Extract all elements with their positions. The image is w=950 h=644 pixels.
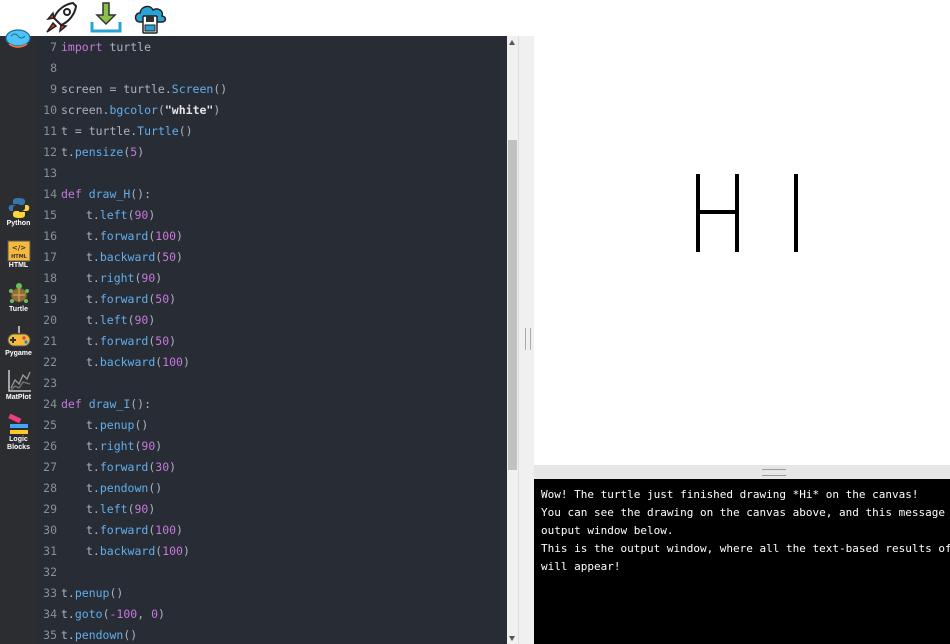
output-splitter-grip-icon[interactable]: [762, 469, 786, 476]
output-console: Wow! The turtle just finished drawing *H…: [534, 479, 950, 644]
code-line[interactable]: 18 t.right(90): [37, 268, 162, 289]
sidebar-item-turtle[interactable]: Turtle: [0, 282, 37, 314]
code-line[interactable]: 34 t.goto(-100, 0): [37, 604, 165, 625]
sidebar-item-matplot[interactable]: MatPlot: [0, 368, 37, 402]
sidebar-item-label: Turtle: [9, 306, 28, 313]
code-line[interactable]: 10 screen.bgcolor("white"): [37, 100, 220, 121]
code-line[interactable]: 13: [37, 163, 61, 184]
code-line[interactable]: 35 t.pendown(): [37, 625, 137, 644]
code-editor[interactable]: 7 import turtle 8 9 screen = turtle.Screen…: [37, 36, 507, 644]
code-line[interactable]: 19 t.forward(50): [37, 289, 176, 310]
code-line[interactable]: 9 screen = turtle.Screen(): [37, 79, 227, 100]
gamepad-icon: [0, 324, 37, 350]
svg-text:</>: </>: [11, 244, 25, 252]
code-line[interactable]: 22 t.backward(100): [37, 352, 190, 373]
code-line[interactable]: 33 t.penup(): [37, 583, 123, 604]
sidebar-item-label: HTML: [8, 262, 29, 269]
code-line[interactable]: 29 t.left(90): [37, 499, 155, 520]
turtle-canvas: [534, 36, 950, 465]
code-line[interactable]: 17 t.backward(50): [37, 247, 183, 268]
sidebar-item-label: Pygame: [5, 350, 32, 357]
output-line: Wow! The turtle just finished drawing *H…: [541, 488, 919, 501]
code-line[interactable]: 20 t.left(90): [37, 310, 155, 331]
splitter-grip-icon[interactable]: [525, 328, 531, 350]
output-line: will appear!: [541, 560, 621, 573]
code-line[interactable]: 30 t.forward(100): [37, 520, 183, 541]
sidebar: Python </> HTML HTML Turtle Pygame MatPl…: [0, 29, 37, 644]
brain-logo-icon[interactable]: [3, 28, 33, 52]
scroll-up-arrow-icon[interactable]: [509, 40, 515, 45]
code-line[interactable]: 27 t.forward(30): [37, 457, 176, 478]
code-line[interactable]: 24 def draw_I():: [37, 394, 151, 415]
sidebar-item-html[interactable]: </> HTML HTML: [0, 240, 37, 270]
output-line: This is the output window, where all the…: [541, 542, 950, 555]
download-icon[interactable]: [88, 0, 124, 36]
turtle-icon: [0, 282, 37, 306]
sidebar-item-label: Python: [6, 220, 31, 227]
code-line[interactable]: 32: [37, 562, 61, 583]
logic-blocks-icon: [0, 412, 37, 436]
code-line[interactable]: 23: [37, 373, 61, 394]
code-line[interactable]: 12 t.pensize(5): [37, 142, 144, 163]
scroll-down-arrow-icon[interactable]: [509, 636, 515, 641]
sidebar-item-pygame[interactable]: Pygame: [0, 324, 37, 358]
python-icon: [0, 196, 37, 220]
code-line[interactable]: 7 import turtle: [37, 37, 151, 58]
code-line[interactable]: 11 t = turtle.Turtle(): [37, 121, 192, 142]
sidebar-item-python[interactable]: Python: [0, 196, 37, 228]
code-line[interactable]: 28 t.pendown(): [37, 478, 162, 499]
scrollbar-thumb[interactable]: [508, 140, 517, 470]
code-line[interactable]: 26 t.right(90): [37, 436, 162, 457]
rocket-icon[interactable]: [43, 0, 79, 36]
pane-splitter[interactable]: [518, 36, 535, 644]
code-line[interactable]: 25 t.penup(): [37, 415, 148, 436]
output-line: output window below.: [541, 524, 674, 537]
svg-text:HTML: HTML: [11, 254, 28, 260]
chart-icon: [0, 368, 37, 394]
output-line: You can see the drawing on the canvas ab…: [541, 506, 950, 519]
html-icon: </> HTML: [0, 240, 37, 262]
sidebar-item-label: Logic: [9, 436, 28, 443]
output-splitter[interactable]: [534, 465, 950, 479]
editor-scrollbar[interactable]: [507, 36, 518, 644]
code-line[interactable]: 16 t.forward(100): [37, 226, 183, 247]
code-line[interactable]: 14 def draw_H():: [37, 184, 151, 205]
cloud-save-icon[interactable]: [131, 0, 167, 36]
code-line[interactable]: 15 t.left(90): [37, 205, 155, 226]
toolbar: [0, 0, 950, 36]
turtle-drawing: [696, 174, 798, 252]
code-line[interactable]: 21 t.forward(50): [37, 331, 176, 352]
sidebar-item-label: MatPlot: [5, 394, 32, 401]
sidebar-item-label-line2: Blocks: [7, 444, 30, 451]
code-line[interactable]: 31 t.backward(100): [37, 541, 190, 562]
code-line[interactable]: 8: [37, 58, 61, 79]
sidebar-item-logic-blocks[interactable]: Logic Blocks: [0, 412, 37, 452]
